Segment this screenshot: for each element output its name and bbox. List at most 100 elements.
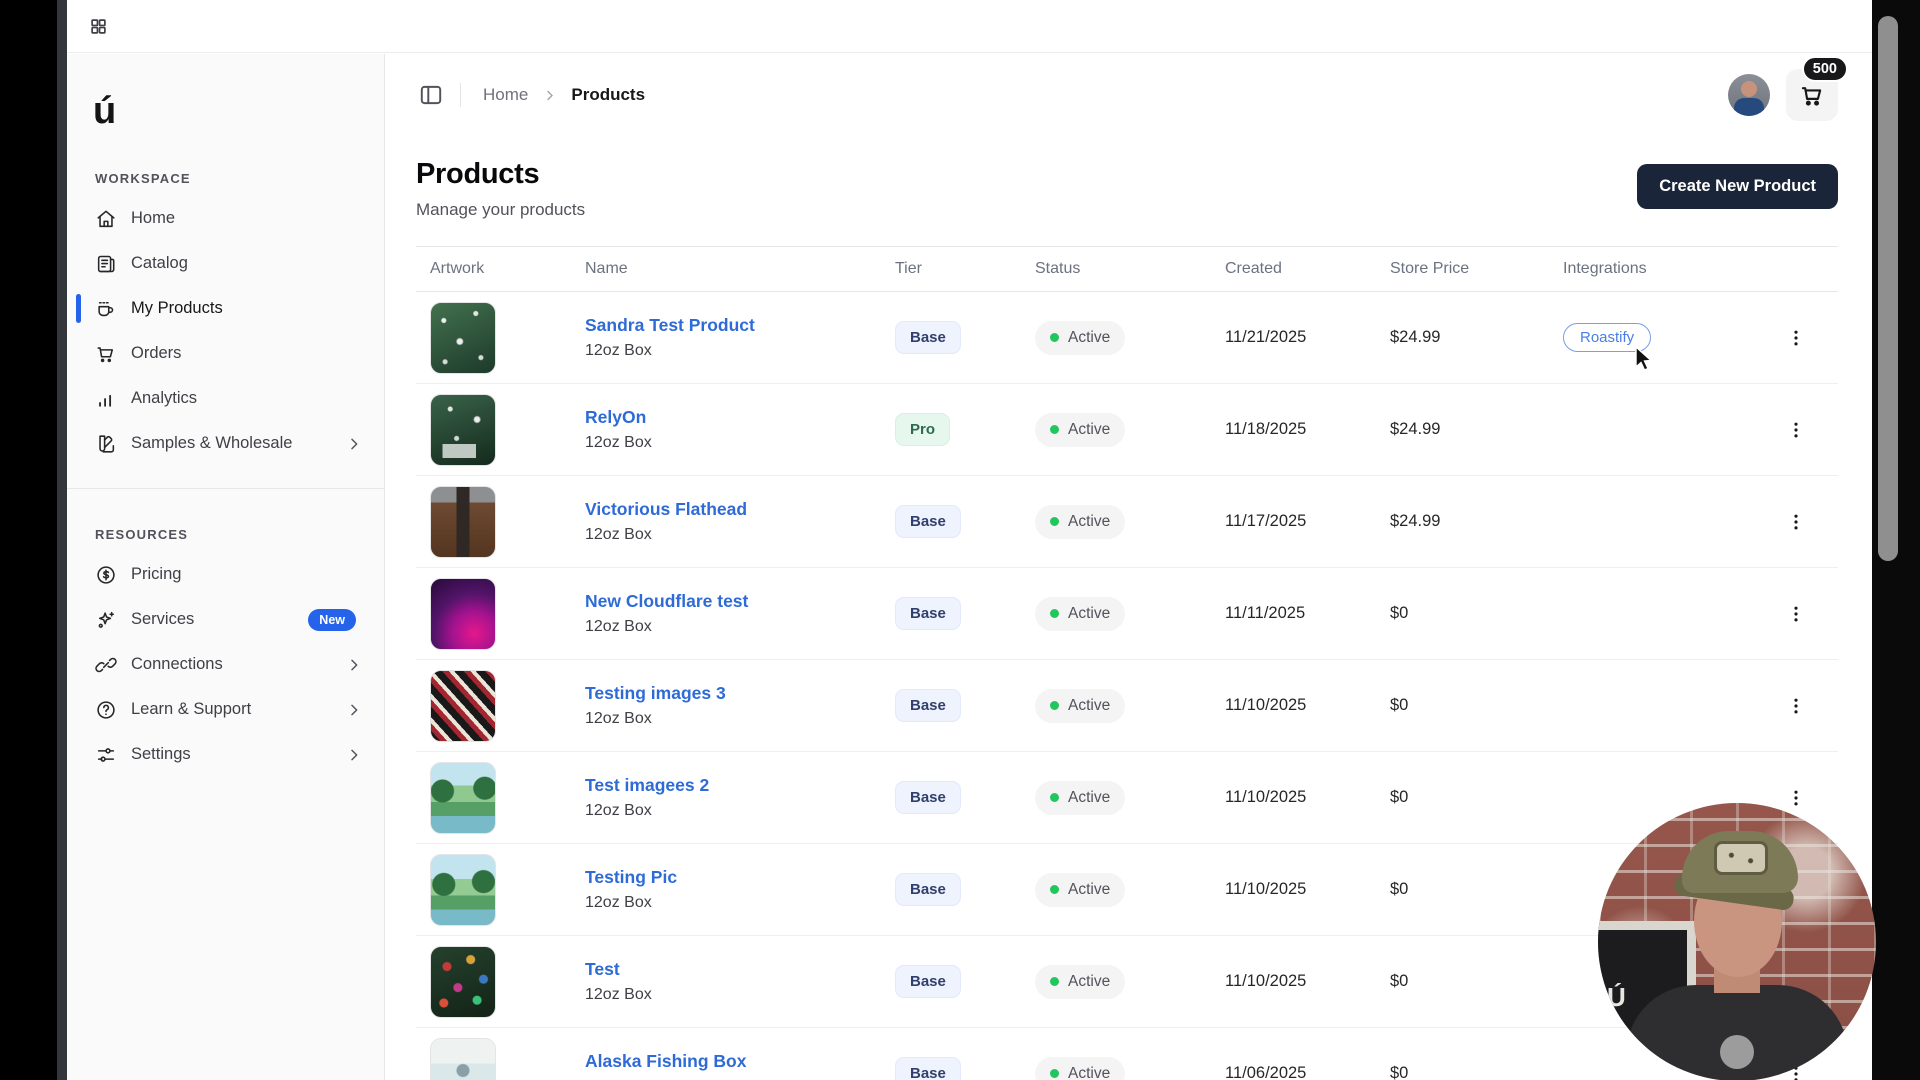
status-badge: Active <box>1035 413 1125 447</box>
product-variant: 12oz Box <box>585 894 895 912</box>
page-subtitle: Manage your products <box>416 200 585 220</box>
product-artwork[interactable] <box>430 854 496 926</box>
sidebar-item-samples-wholesale[interactable]: Samples & Wholesale <box>67 421 384 466</box>
sidebar-item-label: Orders <box>131 344 362 363</box>
cart-button[interactable]: 500 <box>1786 69 1838 121</box>
browser-toolbar <box>67 0 1872 53</box>
status-badge: Active <box>1035 597 1125 631</box>
sidebar-item-label: Samples & Wholesale <box>131 434 346 453</box>
sidebar-item-icon <box>95 298 117 320</box>
product-artwork[interactable] <box>430 1038 496 1080</box>
product-artwork[interactable] <box>430 486 496 558</box>
product-artwork[interactable] <box>430 762 496 834</box>
table-row: Sandra Test Product 12oz Box Base Active… <box>416 292 1838 384</box>
kebab-icon <box>1786 696 1806 716</box>
status-badge: Active <box>1035 505 1125 539</box>
row-menu-button[interactable] <box>1778 412 1814 448</box>
tier-badge: Base <box>895 597 961 630</box>
active-indicator <box>76 294 81 323</box>
sidebar-item-icon <box>95 654 117 676</box>
breadcrumb-home[interactable]: Home <box>483 85 528 105</box>
store-price: $0 <box>1390 696 1563 715</box>
sidebar-item-orders[interactable]: Orders <box>67 331 384 376</box>
store-price: $0 <box>1390 880 1563 899</box>
sidebar-item-home[interactable]: Home <box>67 196 384 241</box>
tier-badge: Base <box>895 689 961 722</box>
status-label: Active <box>1068 881 1110 899</box>
sidebar-item-my-products[interactable]: My Products <box>67 286 384 331</box>
product-name-link[interactable]: Sandra Test Product <box>585 315 895 336</box>
cart-count-badge: 500 <box>1802 56 1848 82</box>
product-artwork[interactable] <box>430 578 496 650</box>
user-avatar[interactable] <box>1728 74 1770 116</box>
product-variant: 12oz Box <box>585 526 895 544</box>
avatar-image-body <box>1734 98 1764 116</box>
product-name-link[interactable]: Test imagees 2 <box>585 775 895 796</box>
sidebar-item-services[interactable]: Services New <box>67 597 384 642</box>
row-menu-button[interactable] <box>1778 320 1814 356</box>
product-artwork[interactable] <box>430 946 496 1018</box>
sidebar-item-label: Services <box>131 610 308 629</box>
status-dot <box>1050 1069 1059 1078</box>
cart-icon <box>1799 82 1826 109</box>
store-price: $0 <box>1390 1064 1563 1080</box>
sidebar-item-label: Settings <box>131 745 346 764</box>
sidebar-item-connections[interactable]: Connections <box>67 642 384 687</box>
create-new-product-button[interactable]: Create New Product <box>1637 164 1838 209</box>
status-badge: Active <box>1035 873 1125 907</box>
sidebar-item-learn-support[interactable]: Learn & Support <box>67 687 384 732</box>
webcam-mic <box>1720 1035 1754 1069</box>
store-price: $24.99 <box>1390 512 1563 531</box>
product-name-link[interactable]: Test <box>585 959 895 980</box>
col-name: Name <box>585 260 895 278</box>
sidebar-item-settings[interactable]: Settings <box>67 732 384 777</box>
row-menu-button[interactable] <box>1778 688 1814 724</box>
kebab-icon <box>1786 328 1806 348</box>
product-artwork[interactable] <box>430 302 496 374</box>
scrollbar-thumb[interactable] <box>1878 16 1898 561</box>
product-artwork[interactable] <box>430 394 496 466</box>
status-badge: Active <box>1035 781 1125 815</box>
window-edge-bar <box>57 0 67 1080</box>
row-menu-button[interactable] <box>1778 504 1814 540</box>
chevron-right-icon <box>542 88 557 103</box>
tier-badge: Base <box>895 965 961 998</box>
col-tier: Tier <box>895 260 1035 278</box>
created-date: 11/10/2025 <box>1225 788 1390 807</box>
sidebar-toggle-icon[interactable] <box>416 80 446 110</box>
sidebar-item-icon <box>95 343 117 365</box>
product-name-link[interactable]: Victorious Flathead <box>585 499 895 520</box>
table-row: Victorious Flathead 12oz Box Base Active… <box>416 476 1838 568</box>
brand-logo[interactable]: ú <box>93 90 384 133</box>
breadcrumb-current: Products <box>571 85 645 105</box>
app-grid-icon[interactable] <box>81 9 115 43</box>
tier-badge: Base <box>895 781 961 814</box>
sidebar-item-icon <box>95 609 117 631</box>
product-name-link[interactable]: Testing Pic <box>585 867 895 888</box>
status-label: Active <box>1068 789 1110 807</box>
product-name-link[interactable]: RelyOn <box>585 407 895 428</box>
col-artwork: Artwork <box>416 260 585 278</box>
sidebar-item-label: Catalog <box>131 254 362 273</box>
product-name-link[interactable]: Alaska Fishing Box <box>585 1051 895 1072</box>
sidebar-item-icon <box>95 388 117 410</box>
avatar-image <box>1741 81 1757 97</box>
row-menu-button[interactable] <box>1778 596 1814 632</box>
sidebar-item-icon <box>95 208 117 230</box>
store-price: $24.99 <box>1390 420 1563 439</box>
product-name-link[interactable]: New Cloudflare test <box>585 591 895 612</box>
sidebar-item-analytics[interactable]: Analytics <box>67 376 384 421</box>
status-label: Active <box>1068 605 1110 623</box>
sidebar-item-pricing[interactable]: Pricing <box>67 552 384 597</box>
sidebar-item-icon <box>95 744 117 766</box>
sidebar-item-catalog[interactable]: Catalog <box>67 241 384 286</box>
new-badge: New <box>308 609 356 631</box>
sidebar-item-label: Learn & Support <box>131 700 346 719</box>
created-date: 11/06/2025 <box>1225 1064 1390 1080</box>
product-name-link[interactable]: Testing images 3 <box>585 683 895 704</box>
status-dot <box>1050 793 1059 802</box>
sidebar-item-label: Pricing <box>131 565 362 584</box>
status-badge: Active <box>1035 321 1125 355</box>
table-row: Testing images 3 12oz Box Base Active 11… <box>416 660 1838 752</box>
product-artwork[interactable] <box>430 670 496 742</box>
